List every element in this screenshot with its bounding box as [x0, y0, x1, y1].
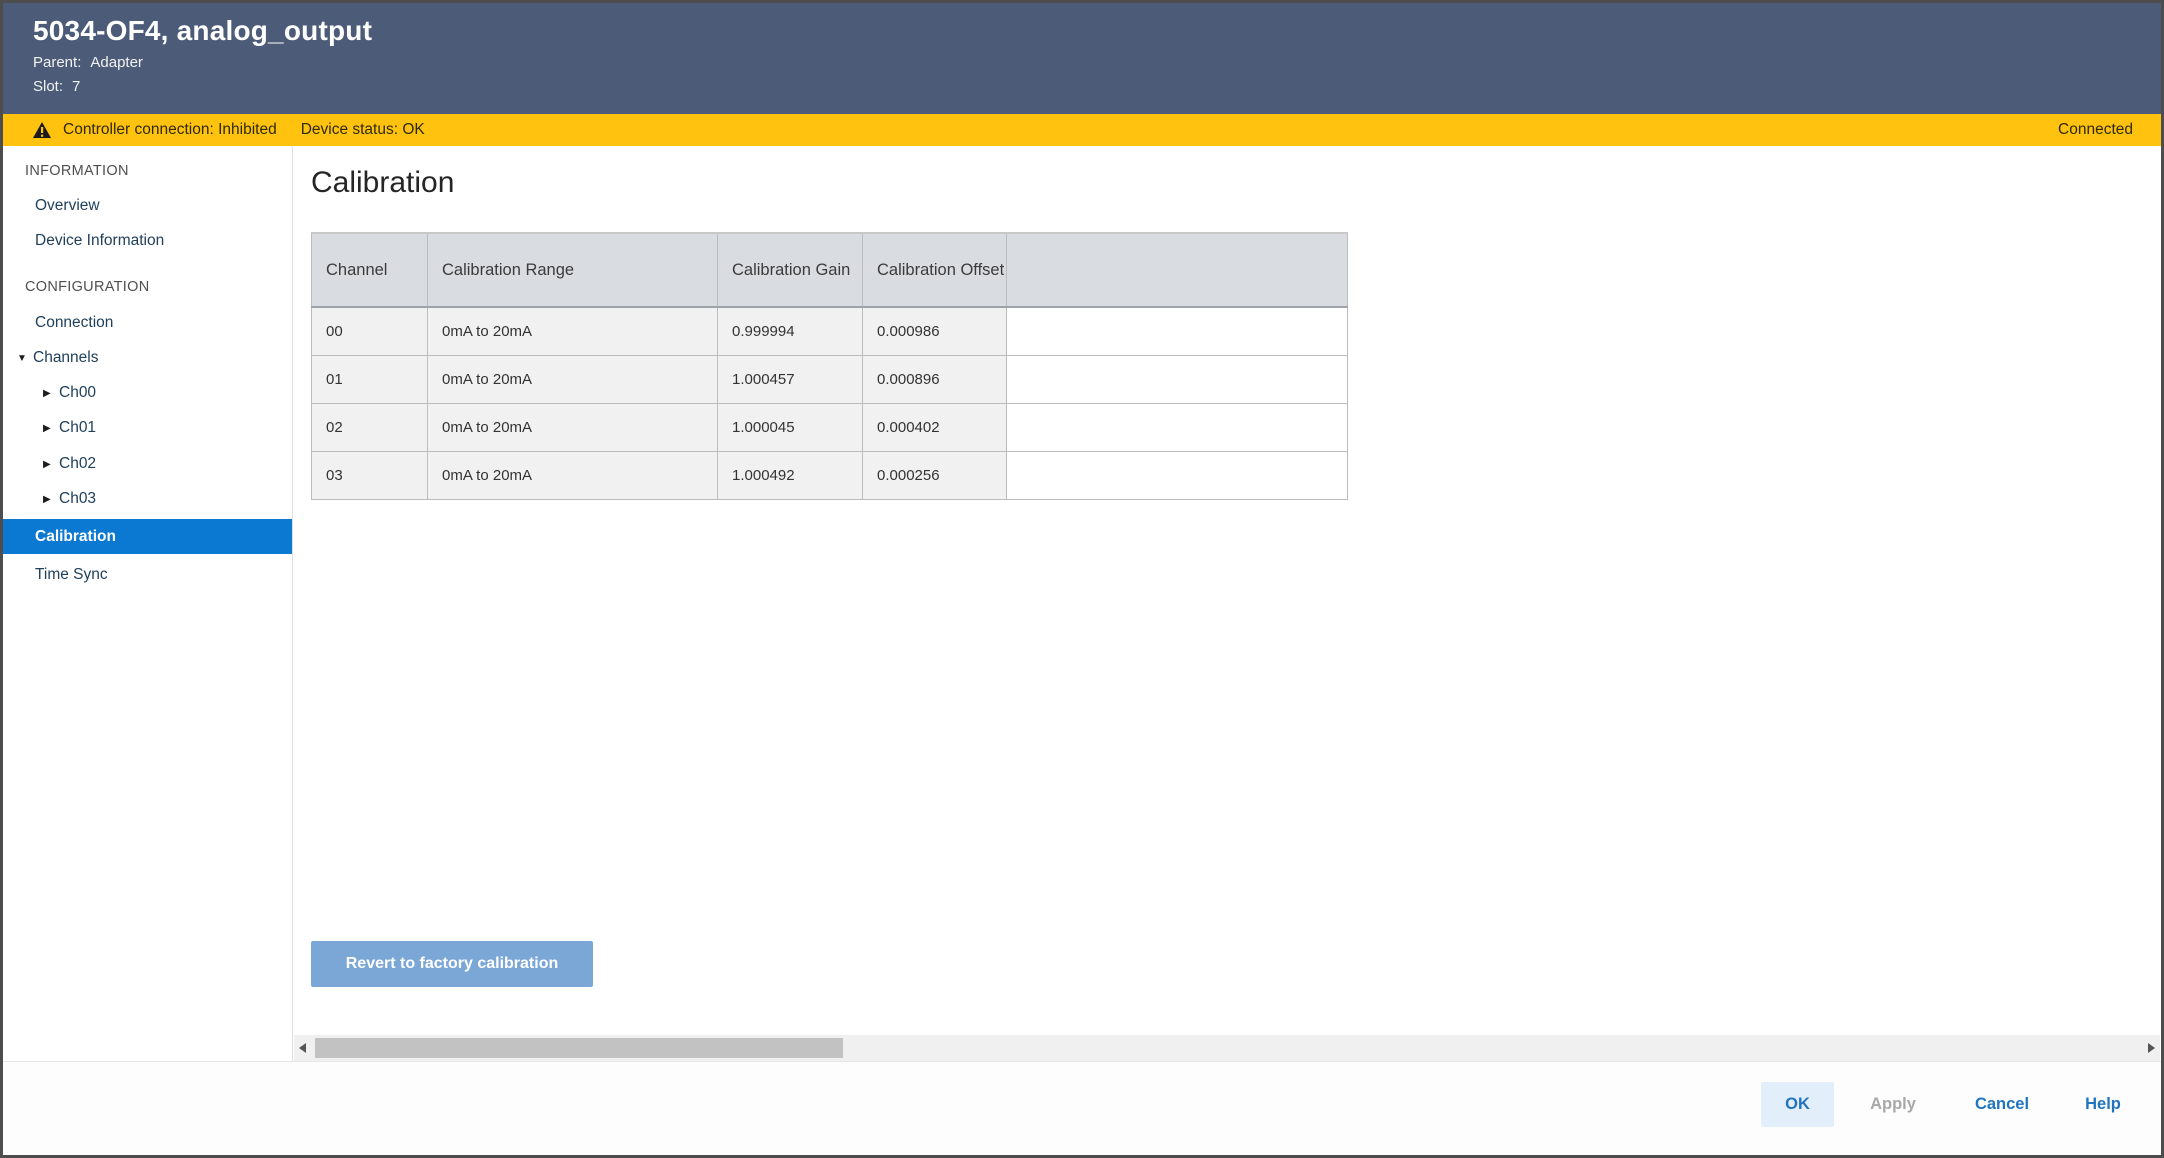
table-cell: 1.000492 — [718, 451, 863, 499]
connection-status-badge: Connected — [2058, 121, 2133, 139]
scrollbar-thumb[interactable] — [315, 1038, 843, 1058]
sidebar-item-device-information[interactable]: Device Information — [35, 232, 164, 250]
ok-button[interactable]: OK — [1761, 1082, 1834, 1127]
col-header-channel: Channel — [312, 233, 428, 307]
sidebar-item-channels[interactable]: ▼Channels — [17, 349, 99, 367]
help-button[interactable]: Help — [2072, 1082, 2134, 1127]
table-cell: 0mA to 20mA — [428, 403, 718, 451]
scroll-left-arrow-icon[interactable] — [299, 1043, 306, 1053]
table-cell: 02 — [312, 403, 428, 451]
status-bar: Controller connection: Inhibited Device … — [3, 114, 2161, 146]
col-header-empty — [1007, 233, 1348, 307]
chevron-collapsed-icon[interactable]: ▶ — [43, 494, 59, 505]
table-cell: 0.000896 — [863, 355, 1007, 403]
sidebar-item-ch01[interactable]: ▶Ch01 — [43, 419, 96, 437]
parent-label: Parent: — [33, 54, 81, 71]
table-cell: 00 — [312, 307, 428, 355]
table-cell: 1.000457 — [718, 355, 863, 403]
calibration-table-body: 000mA to 20mA0.9999940.000986010mA to 20… — [312, 307, 1348, 499]
table-row: 030mA to 20mA1.0004920.000256 — [312, 451, 1348, 499]
table-cell: 0.000986 — [863, 307, 1007, 355]
slot-value: 7 — [72, 78, 80, 95]
sidebar-item-ch03[interactable]: ▶Ch03 — [43, 490, 96, 508]
apply-button[interactable]: Apply — [1854, 1082, 1932, 1127]
table-cell: 0.999994 — [718, 307, 863, 355]
device-status: Device status: OK — [301, 121, 425, 139]
sidebar-nav: INFORMATION Overview Device Information … — [3, 146, 293, 1065]
table-cell: 0mA to 20mA — [428, 355, 718, 403]
sidebar-section-configuration: CONFIGURATION — [25, 279, 149, 295]
slot-row: Slot: 7 — [33, 78, 2161, 95]
device-profile-window: 5034-OF4, analog_output Parent: Adapter S… — [0, 0, 2164, 1158]
horizontal-scrollbar[interactable] — [294, 1035, 2160, 1061]
sidebar-item-connection[interactable]: Connection — [35, 314, 113, 332]
device-title: 5034-OF4, analog_output — [33, 15, 2161, 47]
col-header-calibration-gain: Calibration Gain — [718, 233, 863, 307]
table-row: 010mA to 20mA1.0004570.000896 — [312, 355, 1348, 403]
chevron-collapsed-icon[interactable]: ▶ — [43, 423, 59, 434]
sidebar-item-time-sync[interactable]: Time Sync — [35, 566, 108, 584]
chevron-collapsed-icon[interactable]: ▶ — [43, 459, 59, 470]
chevron-expanded-icon[interactable]: ▼ — [17, 353, 33, 364]
table-cell: 0mA to 20mA — [428, 451, 718, 499]
sidebar-item-overview[interactable]: Overview — [35, 197, 100, 215]
table-cell: 01 — [312, 355, 428, 403]
col-header-calibration-range: Calibration Range — [428, 233, 718, 307]
page-title: Calibration — [311, 166, 454, 200]
scroll-right-arrow-icon[interactable] — [2148, 1043, 2155, 1053]
table-cell: 0mA to 20mA — [428, 307, 718, 355]
calibration-table: Channel Calibration Range Calibration Ga… — [311, 232, 1348, 500]
table-cell: 03 — [312, 451, 428, 499]
table-cell — [1007, 355, 1348, 403]
sidebar-item-label: Ch00 — [59, 384, 96, 401]
table-cell — [1007, 451, 1348, 499]
sidebar-item-calibration-selected[interactable]: Calibration — [3, 519, 292, 554]
window-header: 5034-OF4, analog_output Parent: Adapter S… — [3, 3, 2161, 114]
sidebar-item-label: Ch02 — [59, 455, 96, 472]
table-cell: 1.000045 — [718, 403, 863, 451]
sidebar-item-label: Ch03 — [59, 490, 96, 507]
cancel-button[interactable]: Cancel — [1962, 1082, 2042, 1127]
footer-action-bar: OK Apply Cancel Help — [3, 1061, 2161, 1155]
controller-connection-status: Controller connection: Inhibited — [63, 121, 277, 139]
sidebar-item-ch02[interactable]: ▶Ch02 — [43, 455, 96, 473]
table-header: Channel Calibration Range Calibration Ga… — [312, 233, 1348, 307]
sidebar-item-label: Channels — [33, 349, 99, 366]
parent-value: Adapter — [90, 54, 143, 71]
table-row: 020mA to 20mA1.0000450.000402 — [312, 403, 1348, 451]
col-header-calibration-offset: Calibration Offset — [863, 233, 1007, 307]
revert-factory-calibration-button[interactable]: Revert to factory calibration — [311, 941, 593, 987]
table-cell — [1007, 403, 1348, 451]
table-row: 000mA to 20mA0.9999940.000986 — [312, 307, 1348, 355]
sidebar-item-label: Ch01 — [59, 419, 96, 436]
table-cell: 0.000256 — [863, 451, 1007, 499]
warning-triangle-icon — [33, 122, 51, 138]
sidebar-item-ch00[interactable]: ▶Ch00 — [43, 384, 96, 402]
sidebar-section-information: INFORMATION — [25, 163, 129, 179]
slot-label: Slot: — [33, 78, 63, 95]
chevron-collapsed-icon[interactable]: ▶ — [43, 388, 59, 399]
table-cell: 0.000402 — [863, 403, 1007, 451]
parent-row: Parent: Adapter — [33, 54, 2161, 71]
table-cell — [1007, 307, 1348, 355]
